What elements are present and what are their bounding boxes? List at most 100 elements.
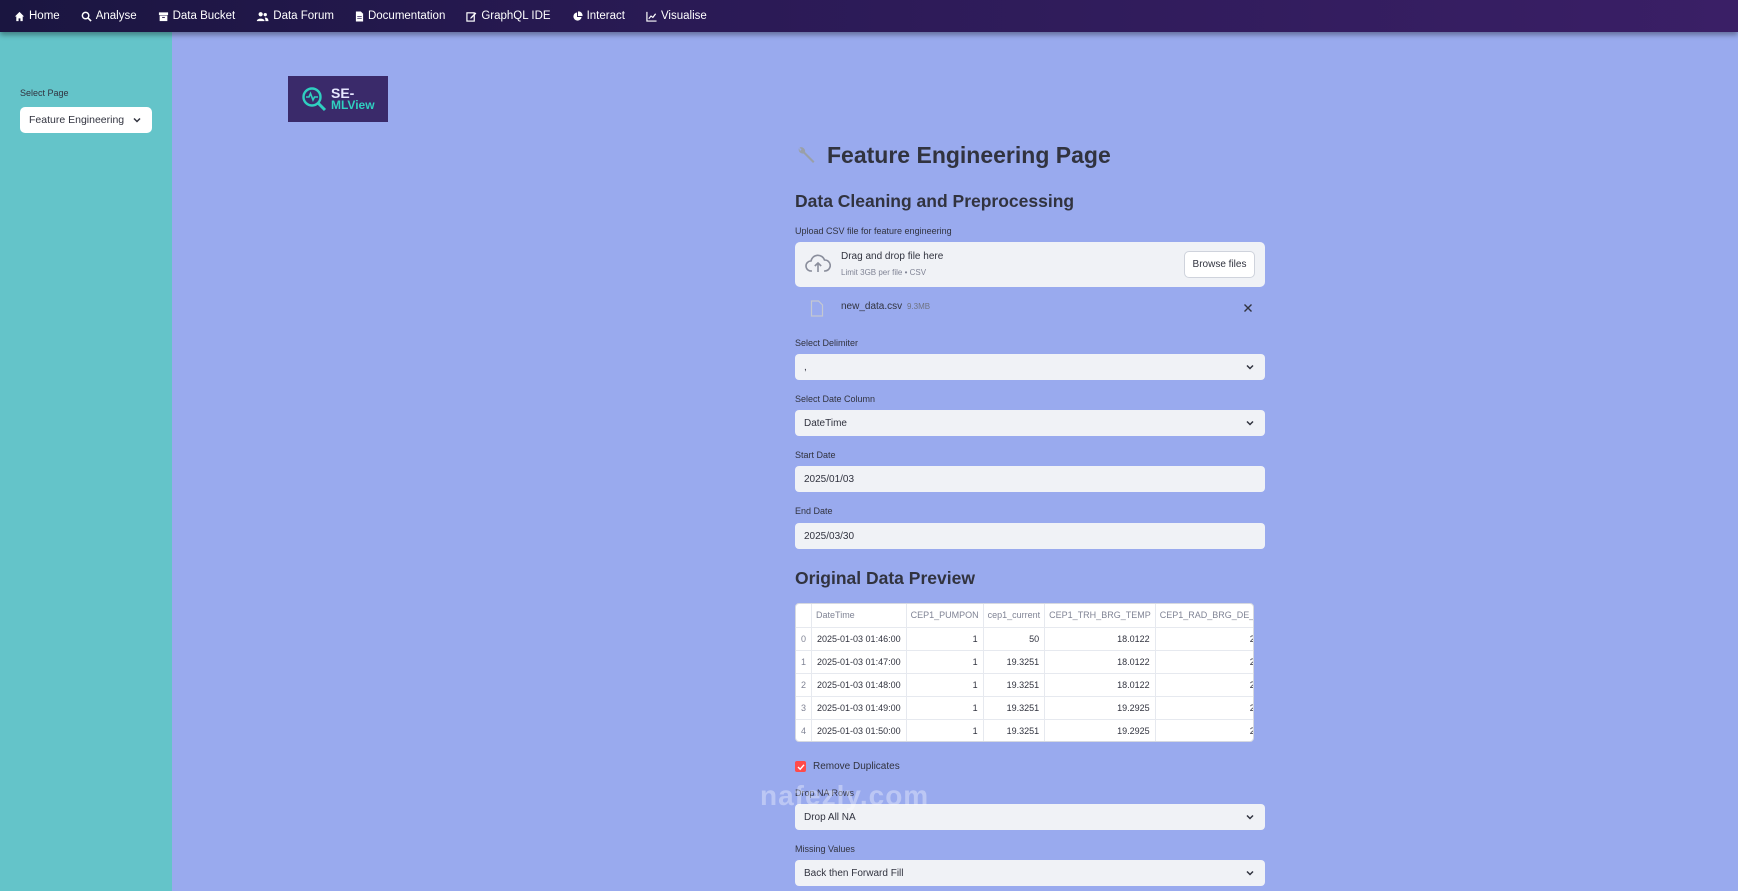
upload-limit-text: Limit 3GB per file • CSV bbox=[841, 268, 927, 277]
start-date-label: Start Date bbox=[795, 450, 836, 460]
browse-files-button[interactable]: Browse files bbox=[1184, 251, 1255, 278]
nav-data-bucket-label: Data Bucket bbox=[172, 10, 236, 22]
table-cell: 23.95 bbox=[1155, 627, 1253, 651]
checkbox-checked[interactable] bbox=[795, 761, 806, 772]
nav-analyse-label: Analyse bbox=[95, 10, 137, 22]
chevron-down-icon bbox=[1246, 870, 1254, 876]
chevron-down-icon bbox=[1246, 420, 1254, 426]
nav-analyse[interactable]: Analyse bbox=[81, 10, 137, 22]
app-logo: SE- MLView bbox=[288, 76, 388, 122]
nav-interact-label: Interact bbox=[586, 10, 625, 22]
table-cell: 0 bbox=[796, 627, 813, 651]
table-row: 0 2025-01-03 01:46:00 1 50 18.0122 23.95 bbox=[796, 627, 1253, 651]
table-cell: 19.3251 bbox=[983, 673, 1046, 697]
table-header-row: DateTime CEP1_PUMPON cep1_current CEP1_T… bbox=[796, 604, 1253, 628]
page-title: Feature Engineering Page bbox=[795, 142, 1111, 169]
nav-graphql-ide-label: GraphQL IDE bbox=[481, 10, 551, 22]
end-date-label: End Date bbox=[795, 506, 833, 516]
pie-icon bbox=[572, 10, 583, 21]
table-cell: 23.95 bbox=[1155, 673, 1253, 697]
nav-home[interactable]: Home bbox=[14, 10, 60, 22]
nav-graphql-ide[interactable]: GraphQL IDE bbox=[466, 10, 551, 22]
table-cell: 1 bbox=[906, 696, 984, 720]
file-uploader-dropzone[interactable]: Drag and drop file here Limit 3GB per fi… bbox=[795, 242, 1265, 287]
col-header-cep1-trh-brg-temp[interactable]: CEP1_TRH_BRG_TEMP bbox=[1044, 604, 1156, 628]
remove-duplicates-checkbox[interactable]: Remove Duplicates bbox=[795, 761, 900, 772]
col-header-datetime[interactable]: DateTime bbox=[811, 604, 907, 628]
archive-icon bbox=[158, 11, 168, 21]
table-cell: 19.3251 bbox=[983, 650, 1046, 674]
select-page-dropdown[interactable]: Feature Engineering bbox=[20, 107, 152, 133]
table-cell: 1 bbox=[906, 650, 984, 674]
missing-values-select[interactable]: Back then Forward Fill bbox=[795, 860, 1265, 886]
section-cleaning-heading: Data Cleaning and Preprocessing bbox=[795, 191, 1075, 211]
table-cell: 18.0122 bbox=[1044, 673, 1156, 697]
nav-visualise-label: Visualise bbox=[660, 10, 707, 22]
close-icon[interactable] bbox=[1243, 303, 1253, 313]
nav-documentation[interactable]: Documentation bbox=[355, 10, 445, 22]
table-cell: 3 bbox=[796, 696, 813, 720]
nav-interact[interactable]: Interact bbox=[572, 10, 625, 22]
home-icon bbox=[14, 11, 25, 21]
nav-data-forum[interactable]: Data Forum bbox=[256, 10, 334, 22]
users-icon bbox=[257, 11, 269, 21]
table-cell: 2025-01-03 01:46:00 bbox=[811, 627, 907, 651]
table-cell: 18.0122 bbox=[1044, 627, 1156, 651]
table-cell: 19.3251 bbox=[983, 696, 1046, 720]
data-preview-table[interactable]: DateTime CEP1_PUMPON cep1_current CEP1_T… bbox=[795, 603, 1254, 742]
search-icon bbox=[81, 11, 92, 22]
remove-duplicates-label: Remove Duplicates bbox=[813, 761, 900, 772]
drop-na-value: Drop All NA bbox=[804, 811, 856, 823]
table-row: 3 2025-01-03 01:49:00 1 19.3251 19.2925 … bbox=[796, 696, 1253, 720]
delimiter-select[interactable]: , bbox=[795, 354, 1265, 380]
table-cell: 1 bbox=[906, 673, 984, 697]
table-cell: 19.2925 bbox=[1044, 719, 1156, 741]
sidebar: Select Page Feature Engineering bbox=[0, 32, 172, 891]
drop-na-label: Drop NA Rows bbox=[795, 788, 855, 798]
chevron-down-icon bbox=[1246, 814, 1254, 820]
table-row: 1 2025-01-03 01:47:00 1 19.3251 18.0122 … bbox=[796, 650, 1253, 674]
table-cell: 1 bbox=[906, 627, 984, 651]
cloud-upload-icon bbox=[805, 254, 831, 272]
table-cell: 4 bbox=[796, 719, 813, 741]
select-page-value: Feature Engineering bbox=[29, 114, 125, 126]
col-header-cep1-pumpon[interactable]: CEP1_PUMPON bbox=[906, 604, 984, 628]
line-chart-icon bbox=[646, 11, 657, 22]
end-date-value: 2025/03/30 bbox=[804, 530, 855, 542]
nav-data-bucket[interactable]: Data Bucket bbox=[158, 10, 236, 22]
nav-home-label: Home bbox=[29, 10, 60, 22]
missing-values-value: Back then Forward Fill bbox=[804, 867, 904, 879]
nav-documentation-label: Documentation bbox=[367, 10, 446, 22]
col-header-cep1-current[interactable]: cep1_current bbox=[983, 604, 1046, 628]
page-title-text: Feature Engineering Page bbox=[827, 142, 1111, 168]
table-cell: 2 bbox=[796, 673, 813, 697]
date-column-select[interactable]: DateTime bbox=[795, 410, 1265, 436]
edit-icon bbox=[466, 11, 477, 22]
upload-drag-text: Drag and drop file here bbox=[841, 251, 944, 262]
date-column-label: Select Date Column bbox=[795, 394, 876, 404]
nav-visualise[interactable]: Visualise bbox=[646, 10, 707, 22]
delimiter-value: , bbox=[804, 361, 807, 373]
wrench-icon bbox=[798, 146, 815, 163]
table-cell: 2025-01-03 01:47:00 bbox=[811, 650, 907, 674]
section-preview-heading: Original Data Preview bbox=[795, 568, 975, 588]
col-header-cep1-rad-brg-de-tem[interactable]: CEP1_RAD_BRG_DE_TEM bbox=[1155, 604, 1253, 628]
table-row: 4 2025-01-03 01:50:00 1 19.3251 19.2925 … bbox=[796, 719, 1253, 741]
table-cell: 1 bbox=[906, 719, 984, 741]
start-date-input[interactable]: 2025/01/03 bbox=[795, 466, 1265, 492]
drop-na-select[interactable]: Drop All NA bbox=[795, 804, 1265, 830]
select-page-label: Select Page bbox=[20, 88, 69, 98]
col-header-index[interactable] bbox=[796, 604, 813, 628]
uploaded-file-name: new_data.csv bbox=[841, 301, 903, 312]
check-icon bbox=[797, 763, 805, 770]
table-cell: 1 bbox=[796, 650, 813, 674]
end-date-input[interactable]: 2025/03/30 bbox=[795, 523, 1265, 549]
chevron-down-icon bbox=[1246, 364, 1254, 370]
table-cell: 23.95 bbox=[1155, 696, 1253, 720]
table-cell: 18.0122 bbox=[1044, 650, 1156, 674]
upload-label: Upload CSV file for feature engineering bbox=[795, 226, 952, 236]
table-cell: 23.95 bbox=[1155, 650, 1253, 674]
table-cell: 19.3251 bbox=[983, 719, 1046, 741]
uploaded-file-row: new_data.csv 9.3MB bbox=[795, 295, 1265, 323]
table-cell: 2025-01-03 01:49:00 bbox=[811, 696, 907, 720]
